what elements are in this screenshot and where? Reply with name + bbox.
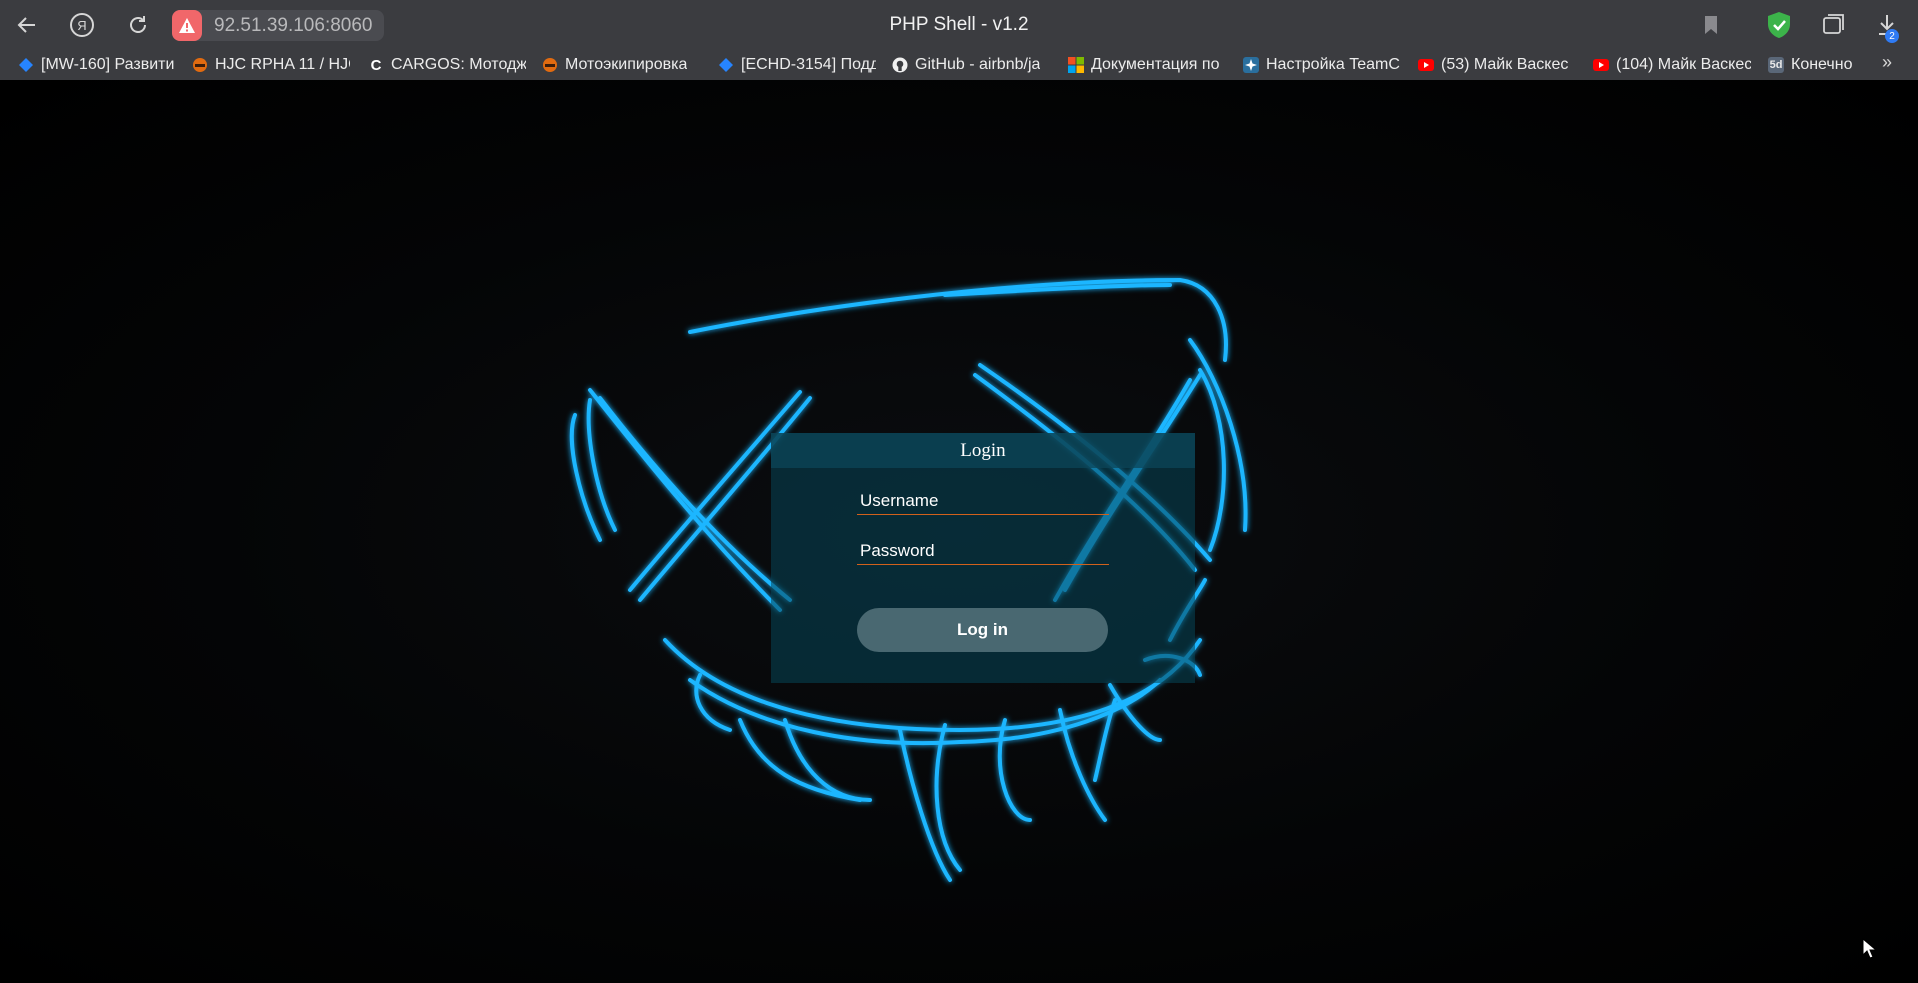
microsoft-icon [1068,57,1084,73]
shield-check-icon [1768,12,1790,38]
password-input[interactable] [857,538,1109,564]
bookmark-item[interactable]: HJC RPHA 11 / HJC [192,54,350,76]
bookmarks-bar: [MW-160] Развити HJC RPHA 11 / HJC C CAR… [0,50,1918,80]
download-count-badge: 2 [1885,29,1899,43]
collections-icon [1823,14,1844,34]
password-field[interactable] [857,538,1109,565]
browser-chrome: Я 92.51.39.106:8060 PHP Shell - v1.2 2 [… [0,0,1918,80]
bookmark-label: CARGOS: Мотодж [391,56,526,73]
youtube-icon [1418,57,1434,73]
github-icon [892,57,908,73]
login-title: Login [771,433,1195,468]
bookmark-item[interactable]: Документация по [1068,54,1226,76]
login-button[interactable]: Log in [857,608,1108,652]
teamcity-icon [1243,57,1259,73]
bookmark-item[interactable]: [MW-160] Развити [18,54,178,76]
bookmark-label: [ECHD-3154] Подд [741,56,876,73]
5d-icon: 5d [1768,57,1784,73]
jira-diamond-icon [18,57,34,73]
bookmark-label: GitHub - airbnb/ja [915,56,1041,73]
bookmark-item[interactable]: Настройка TeamC [1243,54,1401,76]
bookmark-item[interactable]: 5d Конечно [1768,54,1864,76]
mouse-cursor-icon [1862,938,1878,959]
moto-shop-icon [192,57,208,73]
bookmark-item[interactable]: C CARGOS: Мотодж [368,54,526,76]
bookmark-item[interactable]: Мотоэкипировка [542,54,700,76]
bookmark-item[interactable]: (53) Майк Васкес [1418,54,1576,76]
login-panel: Login Log in [771,433,1195,683]
bookmark-label: Мотоэкипировка [565,56,688,73]
cargos-icon: C [370,56,382,74]
bookmark-label: HJC RPHA 11 / HJC [215,56,350,73]
bookmark-label: [MW-160] Развити [41,56,175,73]
bookmark-label: Документация по [1091,56,1220,73]
bookmark-label: (53) Майк Васкес [1441,56,1569,73]
bookmark-label: (104) Майк Васкес [1616,56,1751,73]
username-input[interactable] [857,488,1109,514]
reader-button[interactable] [1816,8,1850,42]
username-field[interactable] [857,488,1109,515]
youtube-icon [1593,57,1609,73]
protect-button[interactable] [1766,11,1792,44]
bookmark-label: Настройка TeamC [1266,56,1400,73]
bookmark-page-button[interactable] [1694,8,1728,42]
jira-diamond-icon [718,57,734,73]
bookmark-label: Конечно [1791,56,1853,73]
bookmark-item[interactable]: GitHub - airbnb/ja [892,54,1052,76]
page-viewport: Login Log in [0,80,1918,983]
window-title: PHP Shell - v1.2 [889,14,1029,35]
browser-toolbar: Я 92.51.39.106:8060 PHP Shell - v1.2 2 [0,0,1918,50]
moto-shop-icon [542,57,558,73]
chevron-double-right-icon[interactable]: » [1882,52,1892,73]
bookmark-item[interactable]: [ECHD-3154] Подд [718,54,876,76]
bookmark-item[interactable]: (104) Майк Васкес [1593,54,1751,76]
bookmark-icon [1705,16,1717,34]
